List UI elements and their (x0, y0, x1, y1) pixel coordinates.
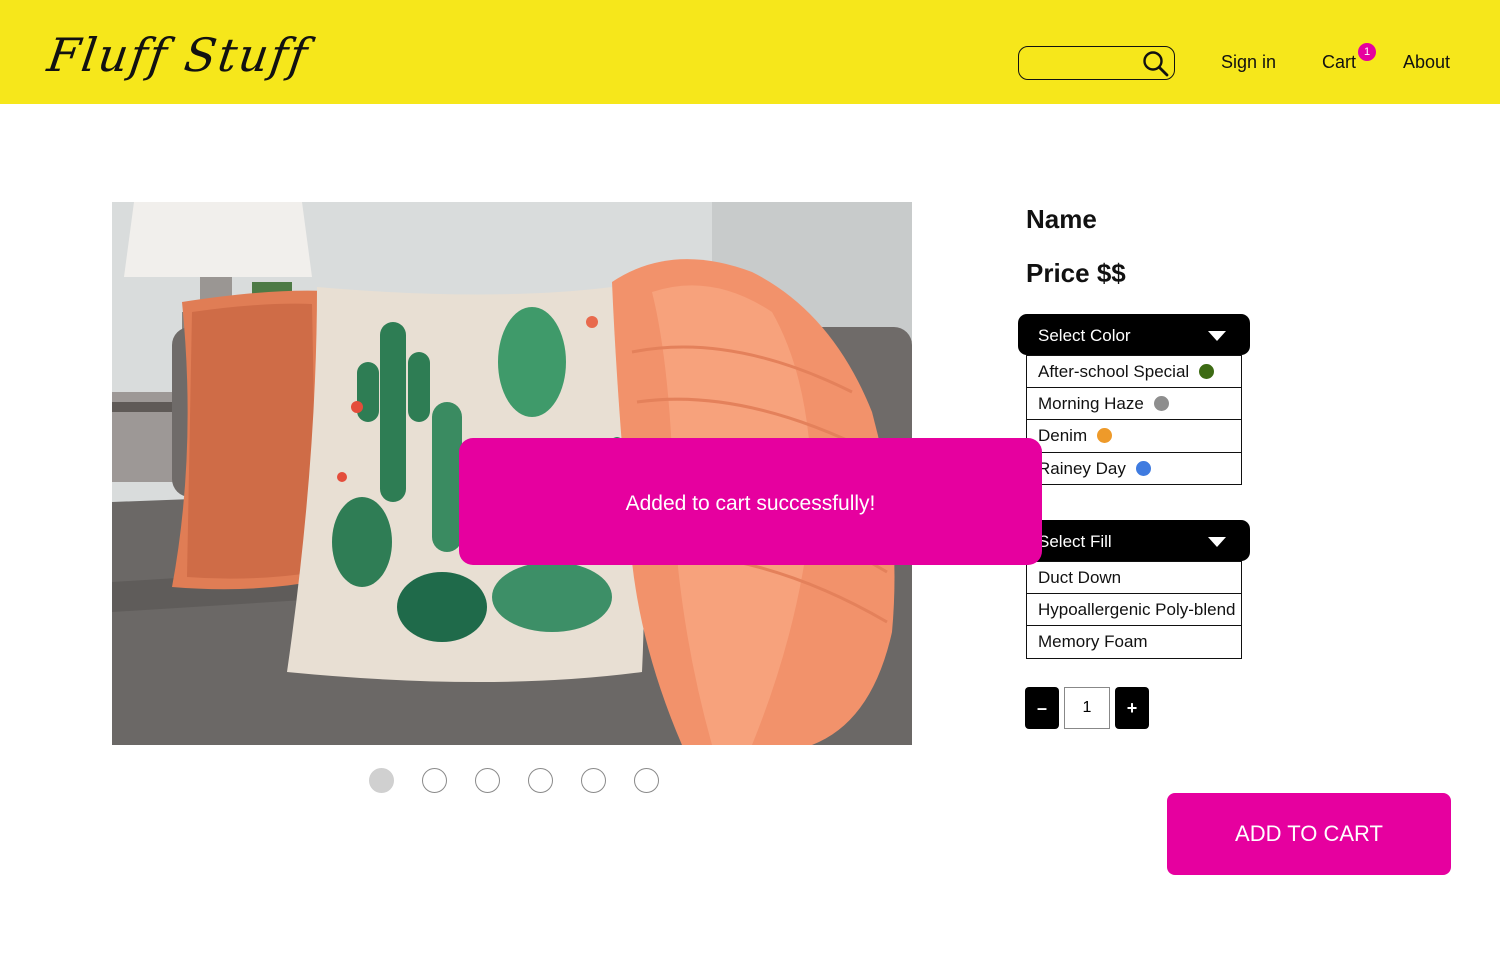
carousel-dot[interactable] (422, 768, 447, 793)
select-color-dropdown[interactable]: Select Color (1018, 314, 1250, 355)
color-swatch (1199, 364, 1215, 380)
color-options-list: After-school Special Morning Haze Denim … (1026, 355, 1242, 485)
quantity-decrease-button[interactable]: – (1025, 687, 1059, 729)
color-option[interactable]: Rainey Day (1026, 452, 1242, 485)
search-input[interactable] (1027, 51, 1142, 75)
chevron-down-icon (1208, 331, 1226, 341)
fill-option[interactable]: Hypoallergenic Poly-blend (1026, 593, 1242, 626)
select-fill-dropdown[interactable]: Select Fill (1018, 520, 1250, 561)
color-swatch (1153, 395, 1169, 411)
fill-options-list: Duct Down Hypoallergenic Poly-blend Memo… (1026, 561, 1242, 659)
color-swatch (1135, 460, 1151, 476)
carousel-dot[interactable] (475, 768, 500, 793)
quantity-input[interactable] (1064, 687, 1110, 729)
product-name: Name (1026, 204, 1097, 234)
color-option-label: After-school Special (1038, 362, 1190, 381)
fill-option[interactable]: Memory Foam (1026, 626, 1242, 659)
select-fill-label: Select Fill (1038, 532, 1112, 551)
search-icon[interactable] (1140, 48, 1172, 78)
search-bar[interactable] (1018, 46, 1175, 80)
select-color-label: Select Color (1038, 326, 1131, 345)
success-toast: Added to cart successfully! (459, 438, 1042, 565)
site-logo[interactable]: Fluff Stuff (44, 28, 312, 82)
color-option[interactable]: Morning Haze (1026, 387, 1242, 420)
product-price: Price $$ (1026, 258, 1126, 288)
chevron-down-icon (1208, 537, 1226, 547)
carousel-dot[interactable] (528, 768, 553, 793)
image-carousel-dots (369, 768, 659, 793)
color-option-label: Morning Haze (1038, 393, 1144, 413)
carousel-dot[interactable] (634, 768, 659, 793)
carousel-dot[interactable] (369, 768, 394, 793)
nav-about-link[interactable]: About (1403, 52, 1450, 73)
carousel-dot[interactable] (581, 768, 606, 793)
site-header: Fluff Stuff Sign in Cart 1 About (0, 0, 1500, 104)
color-option-label: Rainey Day (1038, 458, 1126, 478)
quantity-increase-button[interactable]: + (1115, 687, 1149, 729)
color-option-label: Denim (1038, 426, 1088, 445)
add-to-cart-button[interactable]: ADD TO CART (1167, 793, 1451, 875)
nav-cart-link[interactable]: Cart (1322, 52, 1356, 73)
nav-sign-in-link[interactable]: Sign in (1221, 52, 1276, 73)
cart-count-badge: 1 (1358, 43, 1376, 61)
color-option[interactable]: Denim (1026, 420, 1242, 453)
fill-option[interactable]: Duct Down (1026, 561, 1242, 594)
color-option[interactable]: After-school Special (1026, 355, 1242, 388)
color-swatch (1097, 428, 1113, 444)
